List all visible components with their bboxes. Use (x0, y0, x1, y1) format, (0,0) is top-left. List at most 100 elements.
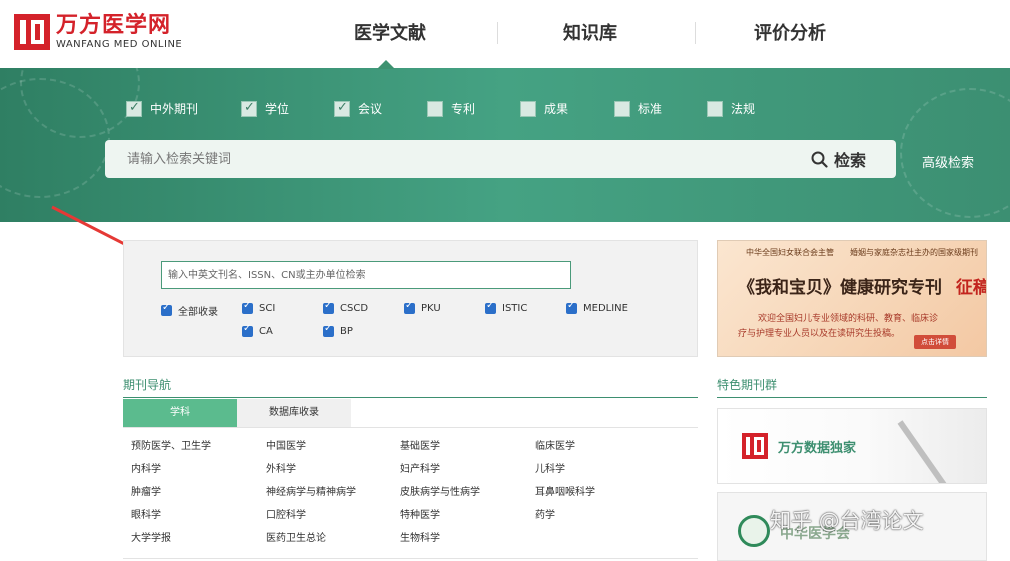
checkbox-icon[interactable] (427, 100, 443, 117)
subject-link[interactable]: 大学学报 (131, 532, 266, 546)
checkbox-icon[interactable] (566, 300, 577, 314)
filter-label: 成果 (544, 102, 569, 116)
journal-search-input[interactable] (161, 261, 571, 289)
option-label: PKU (421, 303, 441, 314)
option-pku[interactable]: PKU (404, 300, 441, 314)
checkbox-icon[interactable] (242, 300, 253, 314)
option-istic[interactable]: ISTIC (485, 300, 528, 314)
subject-link[interactable]: 医药卫生总论 (266, 532, 400, 546)
filter-conference[interactable]: 会议 (334, 100, 427, 117)
subject-link[interactable]: 口腔科学 (266, 509, 400, 523)
nav-evaluation-analysis[interactable]: 评价分析 (690, 0, 890, 68)
subject-link[interactable]: 肿瘤学 (131, 486, 266, 500)
checkbox-icon[interactable] (334, 100, 350, 117)
checkbox-icon[interactable] (707, 100, 723, 117)
checkbox-icon[interactable] (241, 100, 257, 117)
subject-link[interactable]: 神经病学与精神病学 (266, 486, 400, 500)
nav-knowledge-base[interactable]: 知识库 (490, 0, 690, 68)
option-all[interactable]: 全部收录 (161, 302, 218, 318)
featured-item-label: 万方数据独家 (778, 441, 857, 456)
filter-label: 会议 (358, 102, 383, 116)
filter-label: 法规 (731, 102, 756, 116)
logo-title: 万方医学网 (56, 13, 172, 38)
option-ca[interactable]: CA (242, 323, 273, 337)
subject-link[interactable]: 预防医学、卫生学 (131, 440, 266, 454)
checkbox-icon[interactable] (126, 100, 142, 117)
subject-link[interactable]: 药学 (535, 509, 670, 523)
subject-list: 预防医学、卫生学 中国医学 基础医学 临床医学 内科学 外科学 妇产科学 儿科学… (131, 440, 691, 546)
filter-standard[interactable]: 标准 (614, 100, 707, 117)
checkbox-icon[interactable] (323, 300, 334, 314)
subject-link[interactable]: 基础医学 (400, 440, 535, 454)
journal-search-panel: 全部收录 SCI CSCD PKU ISTIC MEDLINE CA BP (123, 240, 698, 357)
option-label: CA (259, 326, 273, 337)
checkbox-icon[interactable] (520, 100, 536, 117)
filter-label: 中外期刊 (150, 102, 199, 116)
pen-decoration (897, 420, 949, 483)
section-divider (123, 397, 698, 398)
call-for-papers-banner[interactable]: 中华全国妇女联合会主管 婚姻与家庭杂志社主办的国家级期刊 《我和宝贝》健康研究专… (717, 240, 987, 357)
subject-link[interactable]: 儿科学 (535, 463, 670, 477)
header: 万方医学网 WANFANG MED ONLINE 医学文献 知识库 评价分析 (0, 0, 1010, 68)
tab-subject[interactable]: 学科 (123, 399, 237, 427)
subject-link[interactable]: 眼科学 (131, 509, 266, 523)
tab-divider (123, 427, 698, 428)
active-nav-indicator (377, 60, 395, 69)
resource-type-filters: 中外期刊 学位 会议 专利 成果 标准 法规 (126, 100, 787, 117)
checkbox-icon[interactable] (614, 100, 630, 117)
filter-label: 专利 (451, 102, 476, 116)
ad-title-left: 《我和宝贝》健康研究专刊 (738, 278, 942, 298)
main-nav: 医学文献 知识库 评价分析 (290, 0, 1010, 68)
section-divider (123, 558, 698, 559)
advanced-search-link[interactable]: 高级检索 (922, 152, 974, 171)
option-label: ISTIC (502, 303, 528, 314)
site-logo[interactable]: 万方医学网 WANFANG MED ONLINE (14, 14, 182, 52)
journal-nav-tabs: 学科 数据库收录 (123, 399, 351, 427)
subject-link[interactable]: 内科学 (131, 463, 266, 477)
option-cscd[interactable]: CSCD (323, 300, 369, 314)
logo-mark-icon (14, 14, 50, 50)
subject-link[interactable]: 外科学 (266, 463, 400, 477)
search-button[interactable]: 检索 (811, 140, 866, 178)
ad-description-line: 疗与护理专业人员以及在读研究生投稿。 (738, 329, 901, 339)
checkbox-icon[interactable] (404, 300, 415, 314)
search-icon (811, 151, 828, 168)
checkbox-icon[interactable] (161, 302, 172, 316)
ad-details-button[interactable]: 点击详情 (914, 335, 956, 349)
ad-description-line: 欢迎全国妇儿专业领域的科研、教育、临床诊 (758, 314, 939, 324)
search-input[interactable] (105, 140, 785, 178)
ad-title-right: 征稿启事 (955, 278, 987, 298)
subject-link[interactable]: 生物科学 (400, 532, 535, 546)
subject-link[interactable]: 妇产科学 (400, 463, 535, 477)
filter-label: 标准 (638, 102, 663, 116)
filter-patent[interactable]: 专利 (427, 100, 520, 117)
search-bar: 检索 (105, 140, 896, 178)
subject-link[interactable]: 皮肤病学与性病学 (400, 486, 535, 500)
checkbox-icon[interactable] (323, 323, 334, 337)
option-label: BP (340, 326, 353, 337)
option-medline[interactable]: MEDLINE (566, 300, 628, 314)
featured-wanfang-exclusive[interactable]: 万方数据独家 (717, 408, 987, 484)
subject-link[interactable]: 临床医学 (535, 440, 670, 454)
nav-divider (695, 22, 696, 44)
subject-link[interactable]: 中国医学 (266, 440, 400, 454)
subject-link[interactable]: 特种医学 (400, 509, 535, 523)
filter-journals[interactable]: 中外期刊 (126, 100, 241, 117)
option-label: MEDLINE (583, 303, 628, 314)
filter-label: 学位 (265, 102, 290, 116)
filter-degree[interactable]: 学位 (241, 100, 334, 117)
checkbox-icon[interactable] (242, 323, 253, 337)
option-label: CSCD (340, 303, 369, 314)
nav-medical-literature[interactable]: 医学文献 (290, 0, 490, 68)
filter-achievement[interactable]: 成果 (520, 100, 614, 117)
cma-emblem-icon (738, 515, 770, 547)
option-label: SCI (259, 303, 276, 314)
option-sci[interactable]: SCI (242, 300, 276, 314)
option-bp[interactable]: BP (323, 323, 353, 337)
tab-database-index[interactable]: 数据库收录 (237, 399, 351, 427)
subject-link[interactable]: 耳鼻咽喉科学 (535, 486, 670, 500)
section-divider (717, 397, 987, 398)
ad-publisher-text: 中华全国妇女联合会主管 婚姻与家庭杂志社主办的国家级期刊 (746, 248, 978, 257)
filter-regulation[interactable]: 法规 (707, 100, 787, 117)
checkbox-icon[interactable] (485, 300, 496, 314)
